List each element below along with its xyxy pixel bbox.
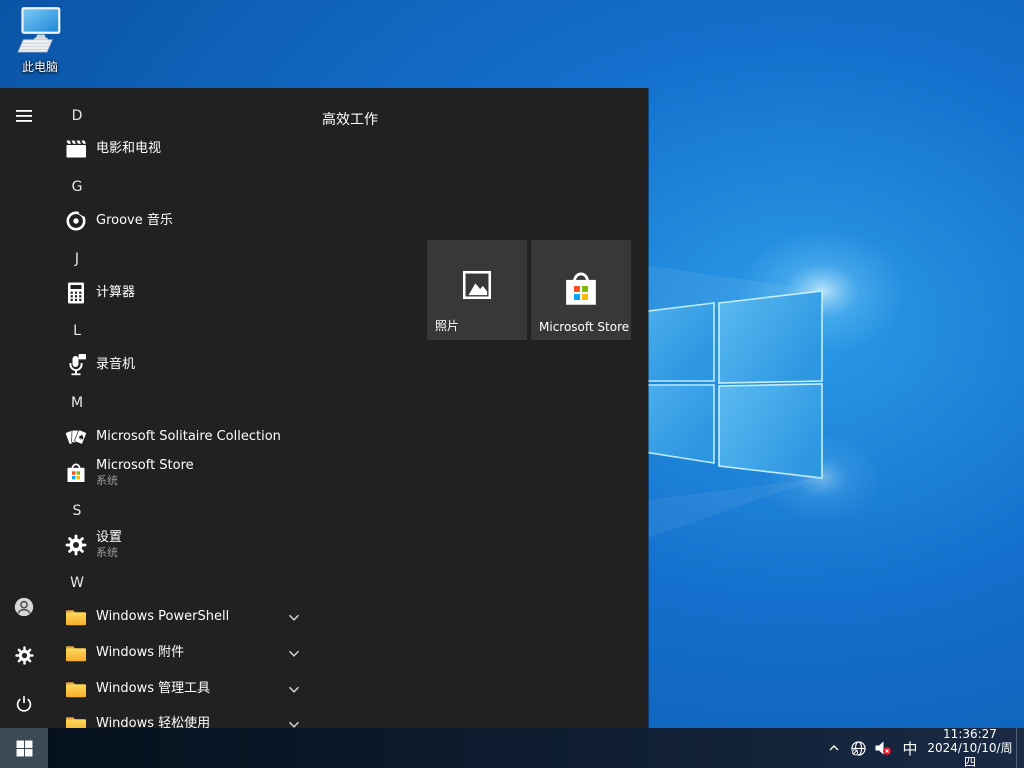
- app-label: 计算器: [96, 285, 135, 301]
- app-group-windows-powershell[interactable]: Windows PowerShell: [64, 599, 320, 635]
- app-group-windows-accessories[interactable]: Windows 附件: [64, 635, 320, 671]
- app-voice-recorder[interactable]: 录音机: [64, 347, 320, 383]
- folder-icon: [64, 677, 88, 701]
- windows-logo-icon: [16, 740, 33, 757]
- app-label: Windows 附件: [96, 645, 184, 661]
- tile-microsoft-store[interactable]: Microsoft Store: [531, 240, 631, 340]
- voice-recorder-icon: [64, 353, 88, 377]
- app-sublabel: 系统: [96, 546, 122, 560]
- app-label: Microsoft Store: [96, 458, 194, 474]
- start-button[interactable]: [0, 728, 48, 768]
- section-letter-M[interactable]: M: [66, 391, 88, 415]
- tile-photos[interactable]: 照片: [427, 240, 527, 340]
- ime-indicator[interactable]: 中: [896, 728, 924, 768]
- section-letter-label: S: [73, 503, 82, 519]
- app-label: 设置: [96, 530, 122, 546]
- clock-time: 11:36:27: [924, 727, 1016, 741]
- folder-icon: [64, 641, 88, 665]
- desktop-icon-this-pc[interactable]: 此电脑: [6, 6, 74, 84]
- section-letter-label: M: [71, 395, 83, 411]
- app-settings[interactable]: 设置 系统: [64, 523, 320, 567]
- system-tray: 中 11:36:27 2024/10/10/周四: [822, 728, 1024, 768]
- app-calculator[interactable]: 计算器: [64, 275, 320, 311]
- app-label: Windows PowerShell: [96, 609, 229, 625]
- photos-icon: [460, 268, 494, 302]
- tray-overflow-button[interactable]: [822, 728, 846, 768]
- section-letter-label: G: [72, 179, 83, 195]
- volume-button[interactable]: [870, 728, 896, 768]
- groove-music-icon: [64, 209, 88, 233]
- app-label: Groove 音乐: [96, 213, 173, 229]
- network-status-button[interactable]: [846, 728, 870, 768]
- chevron-up-icon: [828, 744, 840, 752]
- user-avatar-icon: [13, 596, 35, 618]
- section-letter-W[interactable]: W: [66, 571, 88, 595]
- app-group-windows-admin-tools[interactable]: Windows 管理工具: [64, 671, 320, 707]
- start-expand-button[interactable]: [0, 98, 48, 134]
- rail-settings-button[interactable]: [0, 637, 48, 673]
- section-letter-label: D: [72, 108, 83, 124]
- solitaire-icon: ♠: [64, 425, 88, 449]
- app-sublabel: 系统: [96, 474, 194, 488]
- section-letter-G[interactable]: G: [66, 175, 88, 199]
- hamburger-icon: [16, 110, 32, 122]
- app-groove-music[interactable]: Groove 音乐: [64, 203, 320, 239]
- app-label: 录音机: [96, 357, 135, 373]
- power-button[interactable]: [0, 686, 48, 722]
- taskbar-clock[interactable]: 11:36:27 2024/10/10/周四: [924, 727, 1016, 768]
- section-letter-label: J: [75, 251, 79, 267]
- start-menu: D 电影和电视 G: [0, 88, 648, 728]
- this-pc-icon: [12, 6, 68, 56]
- app-solitaire[interactable]: ♠ Microsoft Solitaire Collection: [64, 419, 320, 455]
- app-label: Windows 管理工具: [96, 681, 210, 697]
- section-letter-label: L: [73, 323, 81, 339]
- app-label: Microsoft Solitaire Collection: [96, 429, 281, 445]
- section-letter-J[interactable]: J: [66, 247, 88, 271]
- user-account-button[interactable]: [0, 589, 48, 625]
- show-desktop-button[interactable]: [1016, 728, 1024, 768]
- app-label: 电影和电视: [96, 141, 161, 157]
- taskbar: 中 11:36:27 2024/10/10/周四: [0, 728, 1024, 768]
- section-letter-label: W: [70, 575, 84, 591]
- chevron-down-icon[interactable]: [286, 613, 302, 622]
- calculator-icon: [64, 281, 88, 305]
- screen: 此电脑: [0, 0, 1024, 768]
- tile-group-title[interactable]: 高效工作: [322, 109, 378, 129]
- tile-label: 照片: [435, 317, 459, 334]
- gear-icon: [14, 645, 35, 666]
- speaker-muted-icon: [874, 740, 892, 756]
- store-icon: [64, 461, 88, 485]
- desktop-icon-label: 此电脑: [22, 58, 58, 75]
- movies-tv-icon: [64, 137, 88, 161]
- app-microsoft-store[interactable]: Microsoft Store 系统: [64, 451, 320, 495]
- tile-label: Microsoft Store: [539, 320, 629, 334]
- section-letter-L[interactable]: L: [66, 319, 88, 343]
- power-icon: [13, 693, 35, 715]
- folder-icon: [64, 605, 88, 629]
- chevron-down-icon[interactable]: [286, 649, 302, 658]
- section-letter-D[interactable]: D: [66, 104, 88, 128]
- globe-no-internet-icon: [850, 740, 867, 757]
- store-icon: [560, 268, 602, 310]
- app-movies-tv[interactable]: 电影和电视: [64, 131, 320, 167]
- clock-date: 2024/10/10/周四: [924, 741, 1016, 768]
- chevron-down-icon[interactable]: [286, 685, 302, 694]
- settings-icon: [64, 533, 88, 557]
- section-letter-S[interactable]: S: [66, 499, 88, 523]
